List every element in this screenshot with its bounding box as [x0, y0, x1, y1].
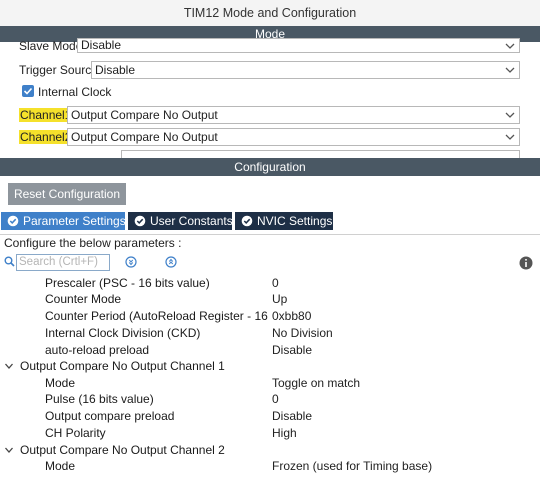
- channel1-select[interactable]: Output Compare No Output: [67, 106, 520, 124]
- search-icon: [4, 256, 15, 267]
- param-name[interactable]: CH Polarity: [45, 425, 106, 441]
- param-value[interactable]: High: [272, 425, 297, 441]
- checkmark-icon: [23, 87, 33, 95]
- chevron-down-icon: [505, 134, 515, 140]
- slave-mode-select[interactable]: Disable: [77, 38, 520, 53]
- config-tabs: Parameter Settings User Constants NVIC S…: [0, 212, 540, 230]
- tab-nvic-settings[interactable]: NVIC Settings: [235, 212, 333, 230]
- param-value[interactable]: Frozen (used for Timing base): [272, 458, 432, 474]
- channel2-value: Output Compare No Output: [71, 130, 218, 144]
- checkmark-circle-icon: [7, 215, 19, 227]
- internal-clock-checkbox[interactable]: [22, 85, 34, 97]
- channel2-label: Channel2: [19, 130, 73, 144]
- group-output-compare-channel1[interactable]: Output Compare No Output Channel 1: [4, 358, 225, 374]
- tab-label: User Constants: [150, 214, 233, 228]
- tab-label: NVIC Settings: [257, 214, 333, 228]
- tab-label: Parameter Settings: [23, 214, 126, 228]
- internal-clock-label: Internal Clock: [38, 85, 112, 99]
- param-name[interactable]: Mode: [45, 375, 75, 391]
- param-name[interactable]: auto-reload preload: [45, 342, 149, 358]
- param-value[interactable]: 0xbb80: [272, 308, 311, 324]
- channel2-select[interactable]: Output Compare No Output: [67, 128, 520, 146]
- configure-prompt: Configure the below parameters :: [4, 236, 182, 250]
- reset-configuration-button[interactable]: Reset Configuration: [8, 183, 126, 205]
- checkmark-circle-icon: [241, 215, 253, 227]
- param-name[interactable]: Counter Mode: [45, 291, 121, 307]
- caret-down-icon: [5, 363, 13, 369]
- param-name[interactable]: Internal Clock Division (CKD): [45, 325, 200, 341]
- trigger-source-value: Disable: [95, 63, 136, 77]
- channel1-label: Channel1: [19, 108, 73, 122]
- param-name[interactable]: Pulse (16 bits value): [45, 391, 154, 407]
- info-icon[interactable]: [519, 256, 533, 270]
- trigger-source-label: Trigger Source: [19, 63, 98, 77]
- group-output-compare-channel2[interactable]: Output Compare No Output Channel 2: [4, 442, 225, 458]
- slave-mode-value: Disable: [81, 38, 122, 52]
- param-name[interactable]: Output compare preload: [45, 408, 174, 424]
- param-value[interactable]: Disable: [272, 342, 312, 358]
- tabs-divider: [0, 234, 540, 235]
- chevron-down-icon: [505, 112, 515, 118]
- window-title: TIM12 Mode and Configuration: [0, 0, 540, 26]
- param-value[interactable]: Disable: [272, 408, 312, 424]
- param-value[interactable]: 0: [272, 275, 279, 291]
- channel1-value: Output Compare No Output: [71, 108, 218, 122]
- param-name[interactable]: Mode: [45, 458, 75, 474]
- param-name[interactable]: Prescaler (PSC - 16 bits value): [45, 275, 210, 291]
- checkmark-circle-icon: [134, 215, 146, 227]
- chevron-down-icon: [505, 67, 515, 73]
- slave-mode-label: Slave Mode: [19, 39, 83, 53]
- param-name[interactable]: Counter Period (AutoReload Register - 16…: [45, 308, 270, 324]
- param-value[interactable]: Up: [272, 291, 287, 307]
- param-value[interactable]: Toggle on match: [272, 375, 360, 391]
- search-input[interactable]: Search (Crtl+F): [16, 254, 110, 271]
- chevron-down-icon: [505, 43, 515, 49]
- expand-all-icon[interactable]: [125, 256, 137, 268]
- param-value[interactable]: No Division: [272, 325, 333, 341]
- tab-user-constants[interactable]: User Constants: [128, 212, 233, 230]
- configuration-section-header: Configuration: [0, 158, 540, 176]
- channel3-select-partial[interactable]: [121, 150, 520, 158]
- collapse-all-icon[interactable]: [165, 256, 177, 268]
- trigger-source-select[interactable]: Disable: [91, 61, 520, 79]
- param-value[interactable]: 0: [272, 391, 279, 407]
- caret-down-icon: [5, 447, 13, 453]
- tab-parameter-settings[interactable]: Parameter Settings: [1, 212, 126, 230]
